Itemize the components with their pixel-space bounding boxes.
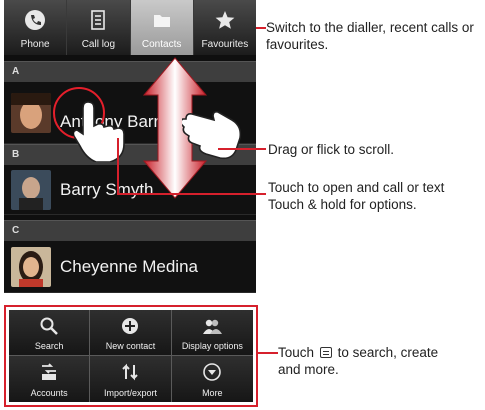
menu-more[interactable]: More: [171, 356, 253, 402]
scroll-hand-icon: [182, 111, 242, 160]
contact-row[interactable]: Cheyenne Medina: [4, 241, 256, 293]
contact-name: Barry Smyth: [60, 180, 154, 199]
menu-import-export-label: Import/export: [103, 388, 157, 398]
menu-accounts-label: Accounts: [30, 388, 68, 398]
tab-phone[interactable]: Phone: [4, 0, 68, 55]
phone-icon: [25, 10, 46, 30]
call-log-icon: [91, 10, 106, 30]
section-letter: A: [12, 66, 20, 77]
add-icon: [122, 318, 139, 334]
menu-key-icon: [319, 347, 332, 358]
people-icon: [203, 319, 223, 334]
section-letter: B: [12, 149, 20, 160]
callout-menu: Touch to search, create and more.: [278, 344, 483, 378]
contact-avatar: [11, 170, 51, 210]
menu-highlight-frame: Search New contact Display options Accou…: [4, 305, 258, 407]
touch-hand-icon: [74, 101, 125, 162]
more-icon: [203, 363, 222, 381]
contact-avatar: [11, 93, 51, 133]
contacts-screen: Phone Call log Contacts Favourites A Ant…: [4, 0, 256, 293]
menu-import-export[interactable]: Import/export: [90, 356, 172, 402]
callout-line-open-v: [117, 138, 119, 194]
section-header-c: C: [4, 220, 256, 241]
accounts-icon: [42, 363, 57, 380]
callout-menu-line1: Touch to search, create: [278, 344, 483, 361]
callout-line-scroll: [218, 148, 266, 150]
callout-line-menu: [258, 352, 278, 354]
tab-favourites-label: Favourites: [201, 39, 249, 50]
section-header-a: A: [4, 61, 256, 82]
contact-row[interactable]: Barry Smyth: [4, 165, 256, 215]
menu-display-options-label: Display options: [181, 341, 243, 351]
tab-contacts[interactable]: Contacts: [130, 0, 194, 55]
menu-new-contact[interactable]: New contact: [90, 310, 172, 356]
menu-accounts[interactable]: Accounts: [9, 356, 91, 402]
tab-contacts-label: Contacts: [141, 39, 182, 50]
section-letter: C: [12, 225, 20, 236]
menu-display-options[interactable]: Display options: [171, 310, 253, 356]
callout-open: Touch to open and call or text Touch & h…: [268, 179, 483, 213]
callout-menu-line2: and more.: [278, 362, 339, 377]
import-export-icon: [122, 363, 139, 381]
tab-favourites[interactable]: Favourites: [193, 0, 256, 55]
callout-open-line1: Touch to open and call or text: [268, 180, 445, 195]
callout-menu-pre: Touch: [278, 345, 315, 360]
callout-line-open-h: [117, 193, 266, 195]
tab-bar: Phone Call log Contacts Favourites: [4, 0, 256, 55]
menu-more-label: More: [202, 388, 223, 398]
callout-menu-post: to search, create: [337, 345, 439, 360]
menu-search[interactable]: Search: [9, 310, 91, 356]
menu-search-label: Search: [34, 341, 64, 351]
tab-phone-label: Phone: [20, 39, 50, 50]
star-icon: [215, 11, 235, 29]
menu-new-contact-label: New contact: [105, 341, 156, 351]
callout-scroll: Drag or flick to scroll.: [268, 142, 395, 157]
tab-call-log[interactable]: Call log: [67, 0, 131, 55]
contact-avatar: [11, 247, 51, 287]
contacts-icon: [153, 15, 170, 27]
callout-tabs: Switch to the dialler, recent calls or f…: [266, 20, 474, 52]
options-menu: Search New contact Display options Accou…: [9, 310, 253, 402]
tab-call-log-label: Call log: [81, 39, 116, 50]
callout-open-line2: Touch & hold for options.: [268, 197, 417, 212]
search-icon: [40, 317, 59, 335]
contact-name: Cheyenne Medina: [60, 257, 198, 276]
callout-line-tabs: [256, 27, 266, 29]
